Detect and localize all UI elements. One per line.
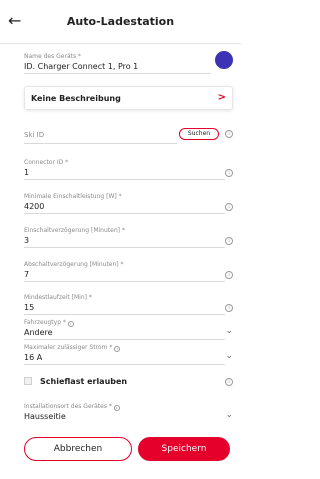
vehicle-type-underline <box>24 339 225 340</box>
device-name-label: Name des Geräts * <box>24 53 82 60</box>
max-current-select[interactable]: 16 A <box>24 353 42 362</box>
chevron-right-icon: > <box>217 92 226 103</box>
page-title: Auto-Ladestation <box>66 15 175 28</box>
off-delay-underline <box>24 281 225 282</box>
device-name-underline <box>24 73 211 74</box>
app-header: ← Auto-Ladestation <box>0 0 241 44</box>
min-power-input[interactable]: 4200 <box>24 202 44 211</box>
min-power-label: Minimale Einschaltleistung [W] * <box>24 193 122 200</box>
min-runtime-label: Mindestlaufzeit [Min] * <box>24 294 92 301</box>
unbalanced-load-label: Schieflast erlauben <box>40 377 128 386</box>
search-button[interactable]: Suchen <box>179 128 219 140</box>
info-icon[interactable]: i <box>114 346 121 352</box>
save-button[interactable]: Speichern <box>138 437 230 461</box>
install-location-label: Installationsort des Gerätes * i <box>24 403 120 411</box>
info-icon[interactable]: i <box>225 304 233 312</box>
chevron-down-icon[interactable]: ⌄ <box>225 411 233 420</box>
min-power-underline <box>24 213 225 214</box>
unbalanced-load-checkbox[interactable] <box>24 377 32 385</box>
on-delay-input[interactable]: 3 <box>24 236 29 245</box>
chevron-down-icon[interactable]: ⌄ <box>225 352 233 361</box>
on-delay-label: Einschaltverzögerung [Minuten] * <box>24 227 125 234</box>
connector-id-underline <box>24 179 225 180</box>
ski-id-label: Ski ID <box>24 131 45 139</box>
vehicle-type-label-text: Fahrzeugtyp * <box>24 319 66 326</box>
info-icon[interactable]: i <box>225 130 233 138</box>
min-runtime-input[interactable]: 15 <box>24 303 34 312</box>
max-current-underline <box>24 364 225 365</box>
info-icon[interactable]: i <box>225 237 233 245</box>
install-location-label-text: Installationsort des Gerätes * <box>24 403 112 410</box>
info-icon[interactable]: i <box>225 271 233 279</box>
device-name-input[interactable]: ID. Charger Connect 1, Pro 1 <box>24 62 138 71</box>
connector-id-label: Connector ID * <box>24 159 69 166</box>
device-color-swatch[interactable] <box>215 51 233 69</box>
info-icon[interactable]: i <box>225 378 233 386</box>
max-current-label-text: Maximaler zulässiger Strom * <box>24 344 113 351</box>
info-icon[interactable]: i <box>67 321 74 327</box>
vehicle-type-select[interactable]: Andere <box>24 328 53 337</box>
cancel-button[interactable]: Abbrechen <box>24 437 132 461</box>
install-location-select[interactable]: Hausseitie <box>24 412 66 421</box>
on-delay-underline <box>24 247 225 248</box>
off-delay-input[interactable]: 7 <box>24 270 29 279</box>
chevron-down-icon[interactable]: ⌄ <box>225 327 233 336</box>
description-label: Keine Beschreibung <box>31 94 121 103</box>
info-icon[interactable]: i <box>225 203 233 211</box>
off-delay-label: Abschaltverzögerung [Minuten] * <box>24 261 124 268</box>
connector-id-input[interactable]: 1 <box>24 168 29 177</box>
max-current-label: Maximaler zulässiger Strom * i <box>24 344 121 352</box>
vehicle-type-label: Fahrzeugtyp * i <box>24 319 74 327</box>
info-icon[interactable]: i <box>113 405 120 411</box>
ski-id-underline <box>24 143 177 144</box>
min-runtime-underline <box>24 314 225 315</box>
description-row[interactable]: Keine Beschreibung > <box>24 86 233 110</box>
info-icon[interactable]: i <box>225 169 233 177</box>
